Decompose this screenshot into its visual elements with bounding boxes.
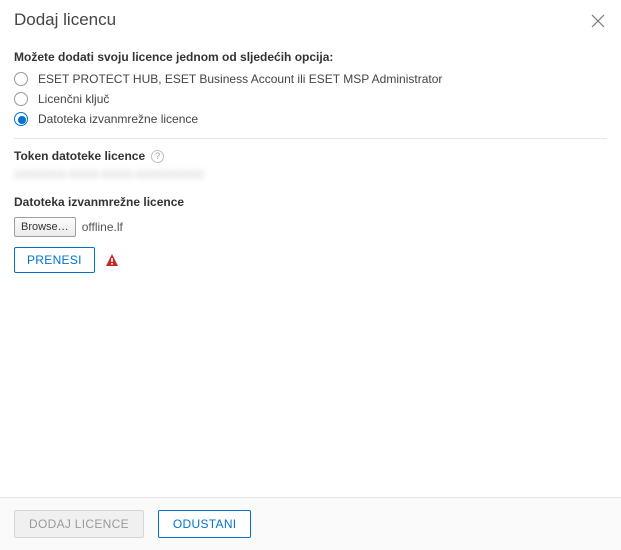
option-label: Licenčni ključ: [38, 92, 109, 106]
browse-button[interactable]: Browse…: [14, 217, 76, 237]
warning-icon: [105, 253, 119, 267]
option-label: Datoteka izvanmrežne licence: [38, 112, 198, 126]
file-section-label: Datoteka izvanmrežne licence: [14, 195, 607, 209]
dialog-footer: DODAJ LICENCE ODUSTANI: [0, 497, 621, 550]
token-label-row: Token datoteke licence ?: [14, 149, 607, 163]
selected-filename: offline.lf: [82, 220, 123, 234]
token-label: Token datoteke licence: [14, 149, 145, 163]
dialog-body: Možete dodati svoju licence jednom od sl…: [0, 36, 621, 497]
close-icon[interactable]: [591, 14, 605, 28]
dialog-header: Dodaj licencu: [0, 0, 621, 36]
add-license-dialog: Dodaj licencu Možete dodati svoju licenc…: [0, 0, 621, 550]
option-offline-file[interactable]: Datoteka izvanmrežne licence: [14, 112, 607, 126]
section-divider: [14, 138, 607, 139]
dialog-title: Dodaj licencu: [14, 10, 116, 30]
file-picker-row: Browse… offline.lf: [14, 217, 607, 237]
token-value: XXXXXXX-XXXX-XXXX-XXXXXXXXXX-XX: [14, 169, 204, 181]
radio-icon: [14, 92, 28, 106]
option-key[interactable]: Licenčni ključ: [14, 92, 607, 106]
help-icon[interactable]: ?: [151, 150, 164, 163]
radio-icon: [14, 112, 28, 126]
option-label: ESET PROTECT HUB, ESET Business Account …: [38, 72, 442, 86]
options-heading: Možete dodati svoju licence jednom od sl…: [14, 50, 607, 64]
cancel-button[interactable]: ODUSTANI: [158, 510, 252, 538]
option-hub[interactable]: ESET PROTECT HUB, ESET Business Account …: [14, 72, 607, 86]
radio-icon: [14, 72, 28, 86]
upload-button[interactable]: PRENESI: [14, 247, 95, 273]
add-license-button[interactable]: DODAJ LICENCE: [14, 510, 144, 538]
upload-row: PRENESI: [14, 247, 607, 273]
